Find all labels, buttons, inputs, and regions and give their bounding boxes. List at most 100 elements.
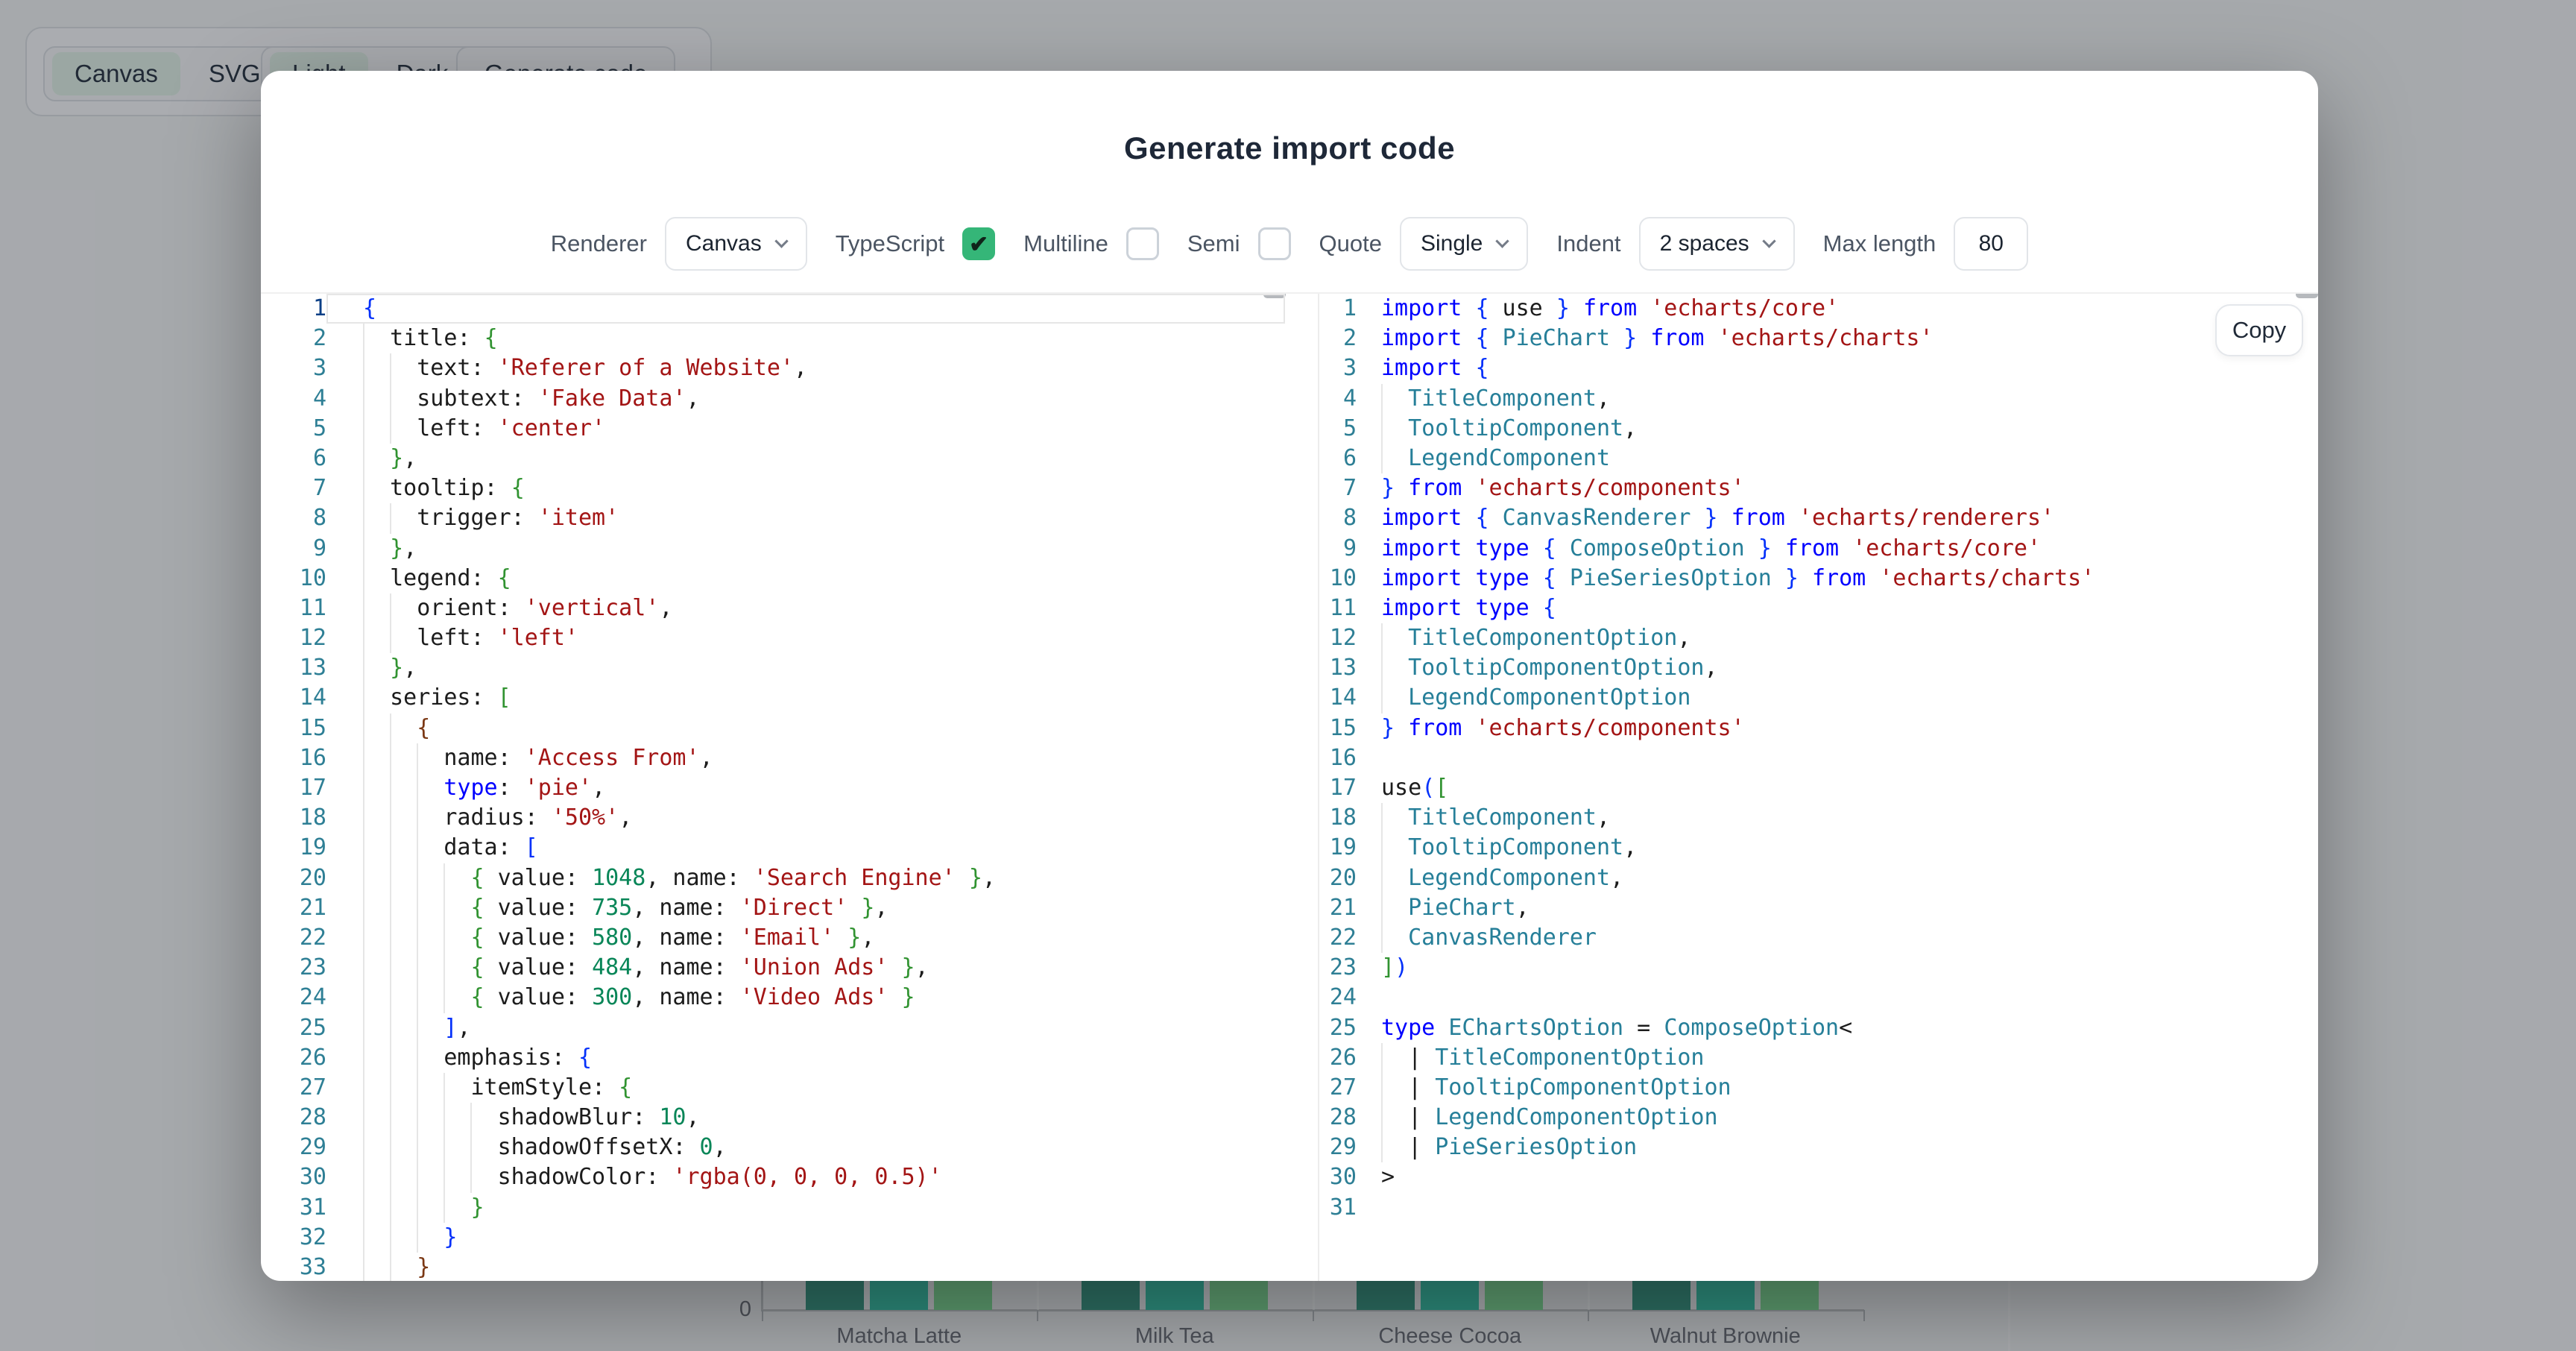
- line-number: 25: [261, 1013, 326, 1043]
- code-line: 23 { value: 484, name: 'Union Ads' },: [261, 953, 1318, 983]
- code-line: 14 series: [: [261, 683, 1318, 713]
- code-token: value:: [484, 984, 593, 1010]
- indent-guide: [390, 714, 391, 743]
- line-number: 3: [261, 353, 326, 383]
- check-icon: ✔: [969, 233, 988, 256]
- editor-scrollbar-thumb[interactable]: [2296, 294, 2318, 298]
- code-token: [: [498, 684, 511, 711]
- code-token: type: [1475, 535, 1529, 561]
- indent-guide: [417, 863, 418, 893]
- multiline-checkbox[interactable]: ✔: [1126, 227, 1159, 260]
- code-line-content: LegendComponent,: [1357, 863, 2288, 893]
- renderer-select[interactable]: Canvas: [665, 217, 807, 271]
- code-token: ,: [1623, 834, 1637, 860]
- code-line-content: import { PieChart } from 'echarts/charts…: [1357, 324, 2288, 353]
- code-token: [: [525, 834, 538, 860]
- code-token: LegendComponentOption: [1408, 684, 1690, 711]
- line-number: 8: [1319, 503, 1357, 533]
- code-token: TooltipComponentOption: [1435, 1074, 1731, 1100]
- code-token: 'echarts/components': [1475, 715, 1744, 741]
- code-line-content: { value: 580, name: 'Email' },: [326, 923, 1285, 953]
- code-token: [1435, 1015, 1448, 1041]
- indent-guide: [1381, 444, 1383, 473]
- line-number: 12: [261, 623, 326, 653]
- indent-guide: [363, 564, 364, 593]
- code-token: [1381, 385, 1408, 412]
- code-token: import: [1381, 535, 1462, 561]
- code-line-content: itemStyle: {: [326, 1073, 1285, 1103]
- code-token: [1462, 715, 1475, 741]
- code-token: from: [1731, 505, 1785, 531]
- code-line: 15} from 'echarts/components': [1319, 714, 2318, 743]
- indent-guide: [1381, 1133, 1383, 1162]
- option-code-editor[interactable]: 1{2 title: {3 text: 'Referer of a Websit…: [261, 294, 1319, 1281]
- indent-guide: [1381, 893, 1383, 923]
- line-number: 17: [1319, 773, 1357, 803]
- code-token: shadowOffsetX:: [363, 1134, 700, 1160]
- line-number: 12: [1319, 623, 1357, 653]
- indent-guide: [363, 863, 364, 893]
- indent-guide: [363, 1013, 364, 1043]
- quote-option: Quote Single: [1319, 217, 1529, 271]
- code-line-content: },: [326, 444, 1285, 473]
- code-token: LegendComponent: [1408, 445, 1610, 471]
- code-token: 'Union Ads': [740, 954, 888, 980]
- code-line: 1import { use } from 'echarts/core': [1319, 294, 2318, 324]
- line-number: 14: [1319, 683, 1357, 713]
- code-token: type: [1381, 1015, 1435, 1041]
- code-token: [1718, 505, 1731, 531]
- code-line-content: TitleComponent,: [1357, 803, 2288, 833]
- line-number: 26: [261, 1043, 326, 1073]
- line-number: 10: [1319, 564, 1357, 593]
- indent-guide: [363, 683, 364, 713]
- indent-guide: [1381, 923, 1383, 953]
- typescript-checkbox[interactable]: ✔: [962, 227, 995, 260]
- indent-guide: [390, 1253, 391, 1281]
- code-line-content: orient: 'vertical',: [326, 593, 1285, 623]
- code-line-content: {: [326, 294, 1285, 324]
- line-number: 1: [261, 294, 326, 324]
- chevron-down-icon: [1762, 234, 1775, 248]
- code-line-content: import type {: [1357, 593, 2288, 623]
- code-token: {: [1543, 565, 1556, 591]
- code-token: {: [471, 954, 484, 980]
- code-token: from: [1408, 475, 1462, 501]
- code-token: ,: [403, 655, 417, 681]
- code-line-content: left: 'left': [326, 623, 1285, 653]
- generated-code-editor[interactable]: 1import { use } from 'echarts/core'2impo…: [1319, 294, 2318, 1281]
- indent-guide: [390, 1223, 391, 1253]
- code-token: left:: [363, 625, 498, 651]
- semi-checkbox[interactable]: ✔: [1258, 227, 1291, 260]
- code-line: 24 { value: 300, name: 'Video Ads' }: [261, 983, 1318, 1013]
- code-token: value:: [484, 954, 593, 980]
- max-length-input[interactable]: [1954, 217, 2028, 271]
- code-token: [1381, 684, 1408, 711]
- line-number: 18: [261, 803, 326, 833]
- indent-guide: [363, 1193, 364, 1223]
- indent-guide: [363, 384, 364, 414]
- code-line: 6 LegendComponent: [1319, 444, 2318, 473]
- renderer-option: Renderer Canvas: [551, 217, 807, 271]
- indent-select[interactable]: 2 spaces: [1639, 217, 1795, 271]
- code-token: [1381, 804, 1408, 831]
- copy-button[interactable]: Copy: [2215, 304, 2303, 356]
- line-number: 26: [1319, 1043, 1357, 1073]
- indent-guide: [363, 444, 364, 473]
- code-token: [1637, 295, 1650, 321]
- line-number: 31: [261, 1193, 326, 1223]
- code-line-content: { value: 484, name: 'Union Ads' },: [326, 953, 1285, 983]
- code-token: TitleComponentOption: [1408, 625, 1677, 651]
- code-token: {: [484, 325, 498, 351]
- code-line-content: shadowColor: 'rgba(0, 0, 0, 0.5)': [326, 1162, 1285, 1192]
- code-token: emphasis:: [363, 1045, 578, 1071]
- line-number: 11: [1319, 593, 1357, 623]
- code-token: from: [1650, 325, 1704, 351]
- code-token: from: [1785, 535, 1839, 561]
- indent-guide: [443, 1193, 445, 1223]
- line-number: 30: [1319, 1162, 1357, 1192]
- code-line: 18 TitleComponent,: [1319, 803, 2318, 833]
- quote-select[interactable]: Single: [1400, 217, 1528, 271]
- typescript-option: TypeScript ✔: [836, 227, 995, 260]
- code-token: '50%': [552, 804, 619, 831]
- code-line-content: }: [326, 1193, 1285, 1223]
